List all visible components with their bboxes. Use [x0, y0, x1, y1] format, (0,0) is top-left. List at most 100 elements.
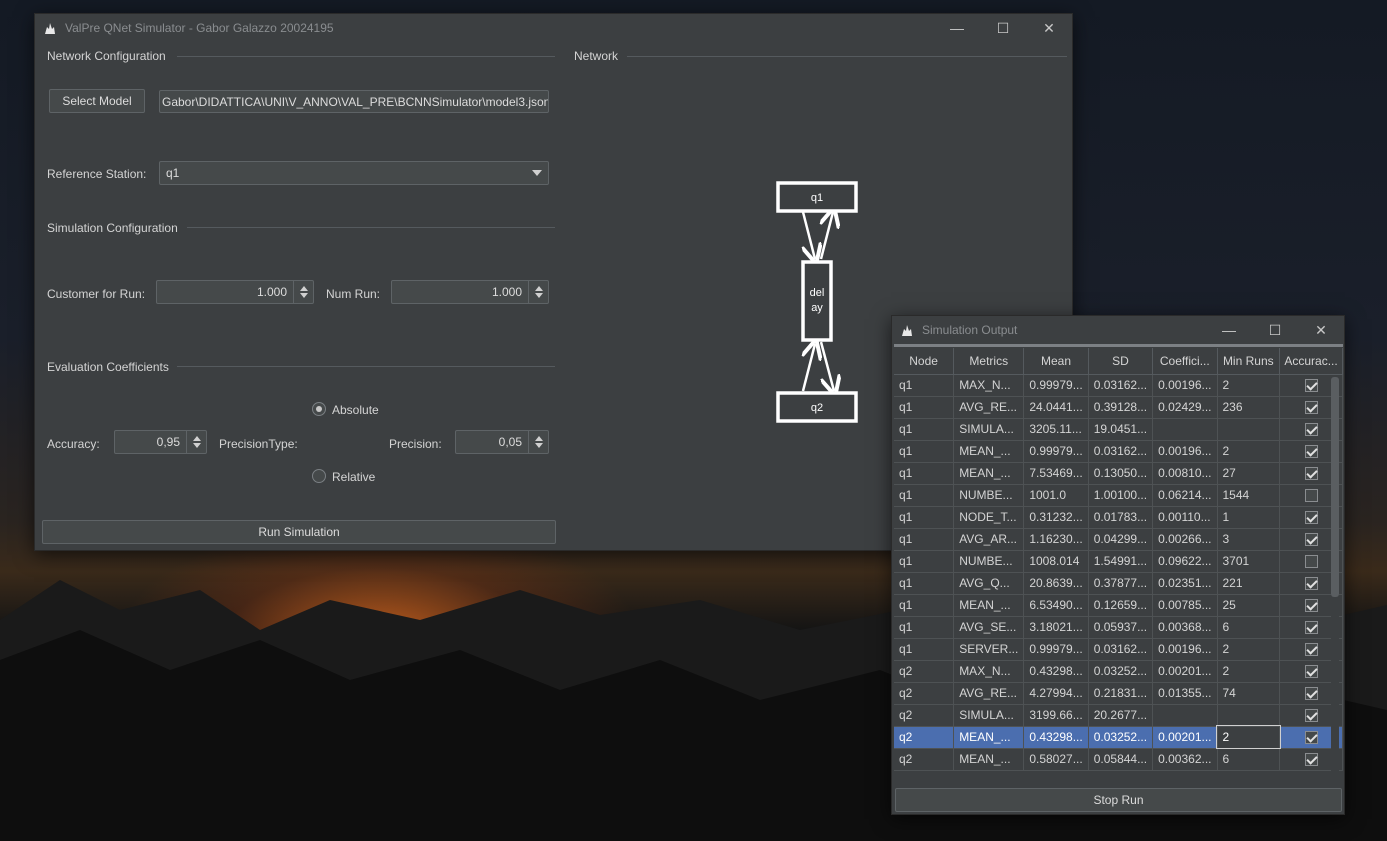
- table-cell-coef[interactable]: 0.01355...: [1152, 682, 1218, 705]
- accuracy-checkbox[interactable]: [1304, 423, 1318, 437]
- table-cell-coef[interactable]: [1152, 418, 1218, 441]
- table-cell-mean[interactable]: 1.16230...: [1023, 528, 1089, 551]
- column-header[interactable]: Metrics: [953, 348, 1025, 375]
- arrow-up-icon[interactable]: [192, 436, 201, 441]
- table-cell-metric[interactable]: AVG_RE...: [953, 396, 1025, 419]
- table-cell-minruns[interactable]: 221: [1217, 572, 1281, 595]
- arrow-down-icon[interactable]: [534, 293, 543, 298]
- table-cell-mean[interactable]: 3199.66...: [1023, 704, 1089, 727]
- table-row[interactable]: q1 AVG_Q... 20.8639... 0.37877... 0.02351...…: [894, 572, 1343, 595]
- table-cell-mean[interactable]: 0.31232...: [1023, 506, 1089, 529]
- table-cell-coef[interactable]: 0.00110...: [1152, 506, 1218, 529]
- table-cell-minruns[interactable]: 2: [1217, 374, 1281, 397]
- table-cell-node[interactable]: q1: [894, 374, 955, 397]
- table-row[interactable]: q2 MEAN_... 0.58027... 0.05844... 0.00362...…: [894, 748, 1343, 771]
- table-cell-coef[interactable]: 0.06214...: [1152, 484, 1218, 507]
- table-cell-coef[interactable]: 0.00362...: [1152, 748, 1218, 771]
- table-cell-mean[interactable]: 20.8639...: [1023, 572, 1089, 595]
- table-cell-mean[interactable]: 0.99979...: [1023, 374, 1089, 397]
- table-cell-node[interactable]: q1: [894, 594, 955, 617]
- table-cell-mean[interactable]: 0.99979...: [1023, 440, 1089, 463]
- table-row[interactable]: q2 MAX_N... 0.43298... 0.03252... 0.00201...…: [894, 660, 1343, 683]
- table-cell-mean[interactable]: 6.53490...: [1023, 594, 1089, 617]
- table-cell-metric[interactable]: SIMULA...: [953, 418, 1025, 441]
- table-cell-metric[interactable]: NODE_T...: [953, 506, 1025, 529]
- table-cell-minruns[interactable]: 1544: [1217, 484, 1281, 507]
- table-cell-node[interactable]: q2: [894, 726, 955, 749]
- arrow-down-icon[interactable]: [192, 443, 201, 448]
- table-cell-sd[interactable]: 0.13050...: [1088, 462, 1154, 485]
- column-header[interactable]: Node: [894, 348, 955, 375]
- table-cell-minruns[interactable]: 74: [1217, 682, 1281, 705]
- output-table-container[interactable]: Node Metrics Mean SD Coeffici... Min Runs Accu…: [894, 348, 1343, 780]
- table-cell-mean[interactable]: 7.53469...: [1023, 462, 1089, 485]
- table-cell-minruns[interactable]: 27: [1217, 462, 1281, 485]
- table-cell-sd[interactable]: 0.37877...: [1088, 572, 1154, 595]
- table-cell-metric[interactable]: SIMULA...: [953, 704, 1025, 727]
- absolute-radio[interactable]: [312, 402, 326, 416]
- table-cell-node[interactable]: q2: [894, 660, 955, 683]
- table-cell-mean[interactable]: 1001.0: [1023, 484, 1089, 507]
- table-cell-node[interactable]: q1: [894, 550, 955, 573]
- table-cell-node[interactable]: q1: [894, 616, 955, 639]
- table-row[interactable]: q1 AVG_AR... 1.16230... 0.04299... 0.00266..…: [894, 528, 1343, 551]
- table-cell-metric[interactable]: MAX_N...: [953, 374, 1025, 397]
- table-cell-coef[interactable]: 0.00196...: [1152, 638, 1218, 661]
- maximize-icon[interactable]: ☐: [980, 14, 1026, 42]
- table-row[interactable]: q1 MEAN_... 6.53490... 0.12659... 0.00785...…: [894, 594, 1343, 617]
- accuracy-checkbox[interactable]: [1304, 709, 1318, 723]
- table-cell-node[interactable]: q1: [894, 440, 955, 463]
- table-row[interactable]: q1 AVG_RE... 24.0441... 0.39128... 0.02429..…: [894, 396, 1343, 419]
- spin-arrows[interactable]: [186, 431, 206, 453]
- accuracy-checkbox[interactable]: [1304, 467, 1318, 481]
- table-cell-metric[interactable]: AVG_RE...: [953, 682, 1025, 705]
- table-cell-node[interactable]: q1: [894, 528, 955, 551]
- arrow-down-icon[interactable]: [299, 293, 308, 298]
- table-cell-mean[interactable]: 0.43298...: [1023, 726, 1089, 749]
- accuracy-checkbox[interactable]: [1304, 621, 1318, 635]
- accuracy-spinbox[interactable]: 0,95: [114, 430, 207, 454]
- spin-arrows[interactable]: [293, 281, 313, 303]
- table-row[interactable]: q1 SIMULA... 3205.11... 19.0451...: [894, 418, 1343, 441]
- arrow-up-icon[interactable]: [534, 286, 543, 291]
- table-cell-sd[interactable]: 19.0451...: [1088, 418, 1154, 441]
- arrow-up-icon[interactable]: [299, 286, 308, 291]
- table-cell-coef[interactable]: 0.00201...: [1152, 660, 1218, 683]
- column-header[interactable]: Mean: [1023, 348, 1089, 375]
- accuracy-checkbox[interactable]: [1304, 577, 1318, 591]
- table-cell-metric[interactable]: AVG_AR...: [953, 528, 1025, 551]
- table-row[interactable]: q1 NODE_T... 0.31232... 0.01783... 0.00110..…: [894, 506, 1343, 529]
- table-cell-minruns[interactable]: 1: [1217, 506, 1281, 529]
- table-cell-coef[interactable]: 0.00810...: [1152, 462, 1218, 485]
- output-titlebar[interactable]: Simulation Output — ☐ ✕: [892, 316, 1344, 344]
- accuracy-checkbox[interactable]: [1304, 511, 1318, 525]
- table-cell-sd[interactable]: 1.54991...: [1088, 550, 1154, 573]
- table-cell-metric[interactable]: NUMBE...: [953, 484, 1025, 507]
- table-cell-minruns[interactable]: [1217, 704, 1281, 727]
- table-cell-mean[interactable]: 0.99979...: [1023, 638, 1089, 661]
- column-header[interactable]: Accurac...: [1279, 348, 1343, 375]
- table-row[interactable]: q1 MEAN_... 7.53469... 0.13050... 0.00810...…: [894, 462, 1343, 485]
- model-path-field[interactable]: Gabor\DIDATTICA\UNI\V_ANNO\VAL_PRE\BCNNS…: [159, 90, 549, 113]
- table-cell-coef[interactable]: 0.00196...: [1152, 374, 1218, 397]
- table-cell-mean[interactable]: 1008.014: [1023, 550, 1089, 573]
- close-icon[interactable]: ✕: [1026, 14, 1072, 42]
- table-cell-minruns[interactable]: [1217, 418, 1281, 441]
- table-cell-metric[interactable]: MEAN_...: [953, 726, 1025, 749]
- close-icon[interactable]: ✕: [1298, 316, 1344, 344]
- table-cell-sd[interactable]: 0.03162...: [1088, 638, 1154, 661]
- table-cell-coef[interactable]: [1152, 704, 1218, 727]
- table-cell-metric[interactable]: MEAN_...: [953, 462, 1025, 485]
- table-cell-coef[interactable]: 0.00368...: [1152, 616, 1218, 639]
- column-header[interactable]: Min Runs: [1217, 348, 1281, 375]
- accuracy-checkbox[interactable]: [1304, 379, 1318, 393]
- table-cell-minruns[interactable]: 3701: [1217, 550, 1281, 573]
- table-cell-minruns[interactable]: 3: [1217, 528, 1281, 551]
- table-scrollbar[interactable]: [1331, 375, 1339, 780]
- table-cell-sd[interactable]: 0.03252...: [1088, 726, 1154, 749]
- scrollbar-thumb[interactable]: [1331, 377, 1339, 597]
- table-cell-sd[interactable]: 0.12659...: [1088, 594, 1154, 617]
- table-cell-sd[interactable]: 0.05844...: [1088, 748, 1154, 771]
- table-cell-sd[interactable]: 0.03162...: [1088, 440, 1154, 463]
- table-row[interactable]: q1 MEAN_... 0.99979... 0.03162... 0.00196...…: [894, 440, 1343, 463]
